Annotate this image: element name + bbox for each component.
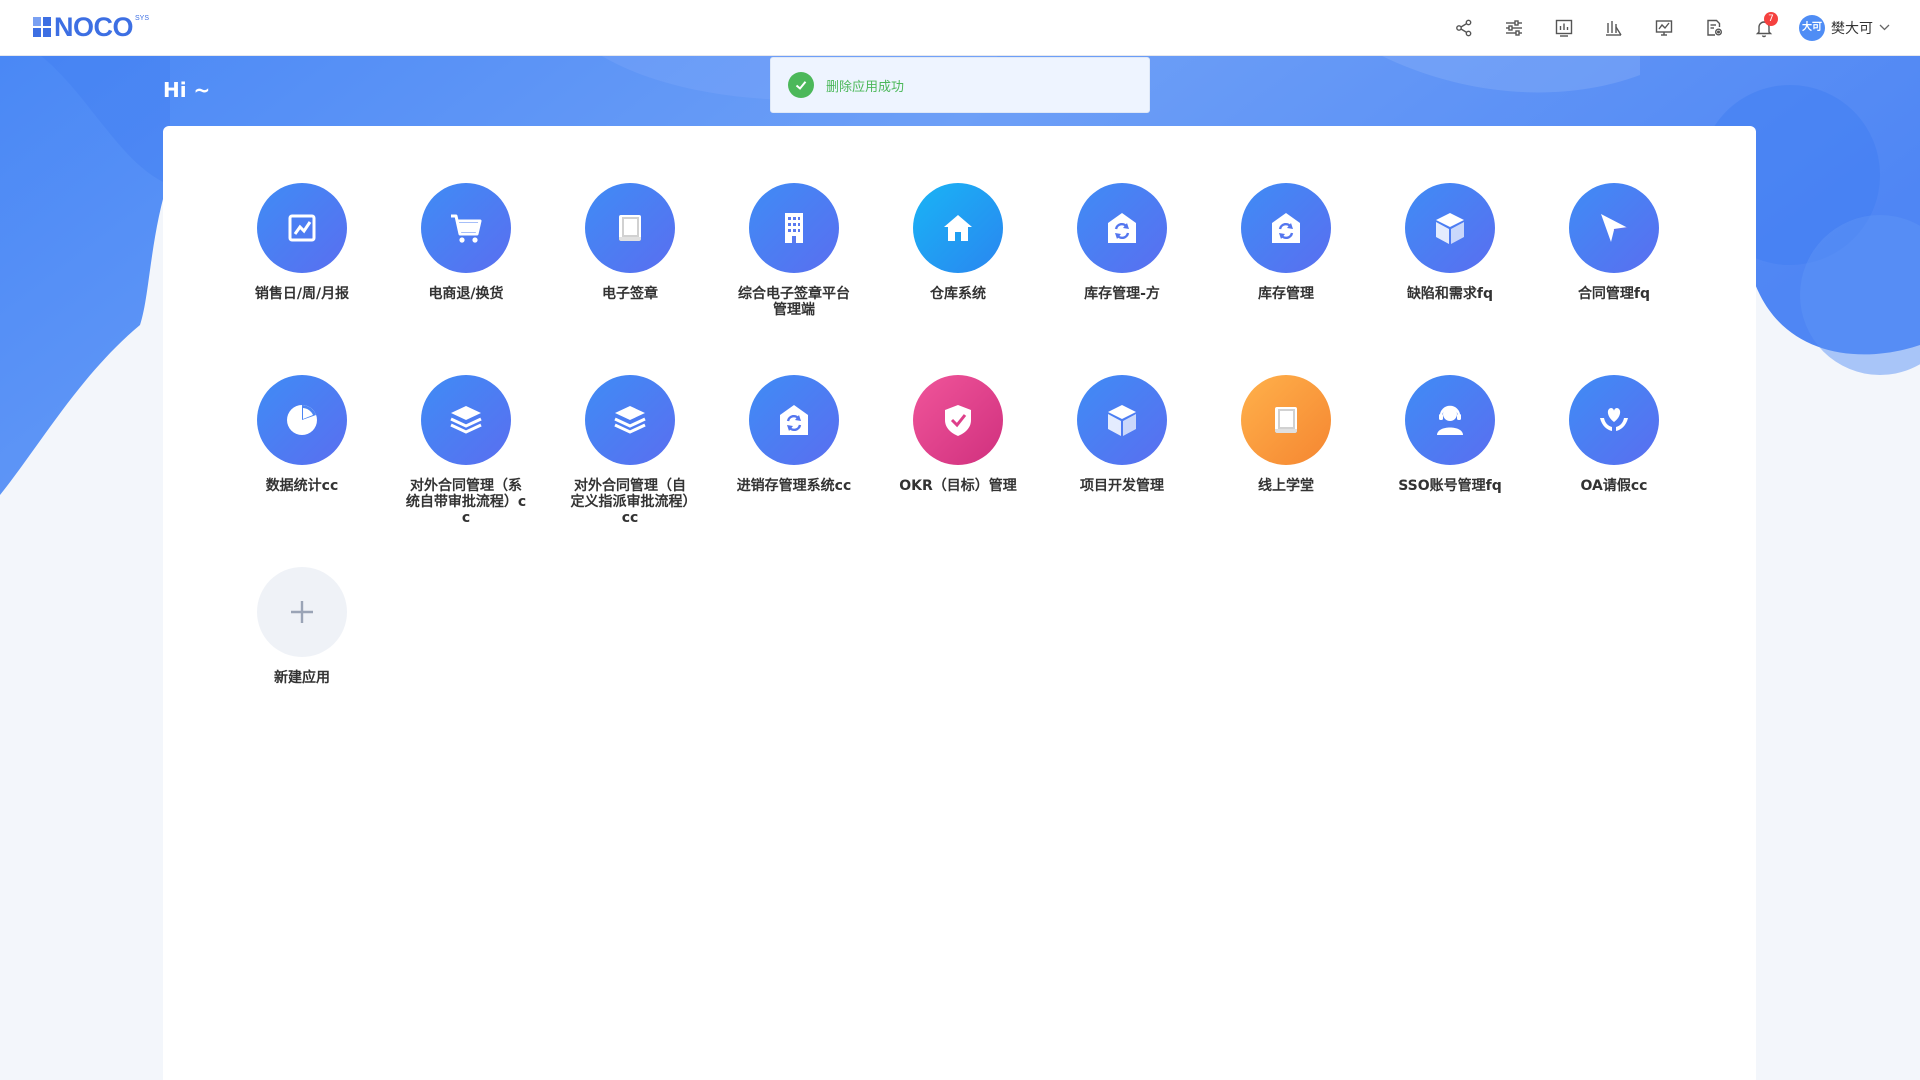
plus-icon xyxy=(257,567,347,657)
app-label: OKR（目标）管理 xyxy=(899,478,1017,494)
app-label: 新建应用 xyxy=(274,670,330,686)
app-tile[interactable]: 销售日/周/月报 xyxy=(220,183,384,375)
bar-chart-icon[interactable] xyxy=(1539,0,1589,55)
chevron-down-icon xyxy=(1879,24,1890,31)
app-tile[interactable]: 库存管理-方 xyxy=(1040,183,1204,375)
home-icon xyxy=(913,183,1003,273)
app-grid: 销售日/周/月报 电商退/换货 电子签章 综合电子签章平台管理端 仓库系统 库存管理-方 库… xyxy=(220,183,1700,759)
analytics-icon[interactable] xyxy=(1589,0,1639,55)
check-circle-icon xyxy=(788,72,814,98)
success-toast: 删除应用成功 xyxy=(770,57,1150,113)
app-label: 线上学堂 xyxy=(1258,478,1314,494)
greeting-text: Hi ~ xyxy=(163,78,211,102)
app-label: SSO账号管理fq xyxy=(1398,478,1502,494)
warehouse-sync-icon xyxy=(1241,183,1331,273)
app-label: OA请假cc xyxy=(1580,478,1648,494)
sliders-icon[interactable] xyxy=(1489,0,1539,55)
heart-hands-icon xyxy=(1569,375,1659,465)
warehouse-sync-icon xyxy=(749,375,839,465)
logo[interactable]: NOCO SYS xyxy=(33,14,149,41)
app-label: 项目开发管理 xyxy=(1080,478,1164,494)
send-icon xyxy=(1569,183,1659,273)
user-support-icon xyxy=(1405,375,1495,465)
app-label: 综合电子签章平台管理端 xyxy=(738,286,850,318)
cube-icon xyxy=(1077,375,1167,465)
app-label: 电商退/换货 xyxy=(428,286,504,302)
layers-icon xyxy=(421,375,511,465)
app-tile[interactable]: 对外合同管理（系统自带审批流程）cc xyxy=(384,375,548,567)
new-app-button[interactable]: 新建应用 xyxy=(220,567,384,759)
app-label: 电子签章 xyxy=(602,286,658,302)
logo-text: NOCO xyxy=(54,12,134,42)
app-tile[interactable]: 仓库系统 xyxy=(876,183,1040,375)
user-menu[interactable]: 大可 樊大可 xyxy=(1799,14,1890,41)
top-navigation-bar: NOCO SYS 7 大可 樊大可 xyxy=(0,0,1920,56)
monitor-chart-icon[interactable] xyxy=(1639,0,1689,55)
app-label: 对外合同管理（系统自带审批流程）cc xyxy=(405,478,527,526)
warehouse-sync-icon xyxy=(1077,183,1167,273)
app-launcher-card: 销售日/周/月报 电商退/换货 电子签章 综合电子签章平台管理端 仓库系统 库存管理-方 库… xyxy=(163,126,1756,1080)
logo-superscript: SYS xyxy=(135,15,150,22)
app-tile[interactable]: 库存管理 xyxy=(1204,183,1368,375)
app-tile[interactable]: 项目开发管理 xyxy=(1040,375,1204,567)
book-icon xyxy=(585,183,675,273)
app-tile[interactable]: 进销存管理系统cc xyxy=(712,375,876,567)
bell-icon[interactable]: 7 xyxy=(1739,0,1789,55)
app-label: 数据统计cc xyxy=(265,478,339,494)
app-tile[interactable]: OKR（目标）管理 xyxy=(876,375,1040,567)
app-tile[interactable]: 综合电子签章平台管理端 xyxy=(712,183,876,375)
book-icon xyxy=(1241,375,1331,465)
username: 樊大可 xyxy=(1831,20,1873,37)
app-tile[interactable]: 对外合同管理（自定义指派审批流程）cc xyxy=(548,375,712,567)
app-tile[interactable]: 合同管理fq xyxy=(1532,183,1696,375)
header-toolbar: 7 大可 樊大可 xyxy=(1439,0,1920,55)
app-tile[interactable]: 电子签章 xyxy=(548,183,712,375)
cube-icon xyxy=(1405,183,1495,273)
app-label: 仓库系统 xyxy=(930,286,986,302)
pie-chart-icon xyxy=(257,375,347,465)
app-tile[interactable]: 线上学堂 xyxy=(1204,375,1368,567)
building-icon xyxy=(749,183,839,273)
line-chart-icon xyxy=(257,183,347,273)
app-label: 库存管理-方 xyxy=(1084,286,1160,302)
app-tile[interactable]: 数据统计cc xyxy=(220,375,384,567)
app-tile[interactable]: 缺陷和需求fq xyxy=(1368,183,1532,375)
report-settings-icon[interactable] xyxy=(1689,0,1739,55)
app-label: 进销存管理系统cc xyxy=(736,478,852,494)
app-label: 销售日/周/月报 xyxy=(254,286,350,302)
app-label: 对外合同管理（自定义指派审批流程）cc xyxy=(570,478,690,526)
app-label: 库存管理 xyxy=(1258,286,1314,302)
layers-icon xyxy=(585,375,675,465)
app-tile[interactable]: OA请假cc xyxy=(1532,375,1696,567)
cart-icon xyxy=(421,183,511,273)
avatar: 大可 xyxy=(1799,14,1825,41)
app-tile[interactable]: 电商退/换货 xyxy=(384,183,548,375)
app-tile[interactable]: SSO账号管理fq xyxy=(1368,375,1532,567)
notification-badge: 7 xyxy=(1764,12,1778,26)
shield-check-icon xyxy=(913,375,1003,465)
toast-message: 删除应用成功 xyxy=(826,79,905,95)
logo-mark-icon xyxy=(33,17,51,37)
app-label: 合同管理fq xyxy=(1577,286,1651,302)
share-icon[interactable] xyxy=(1439,0,1489,55)
app-label: 缺陷和需求fq xyxy=(1406,286,1494,302)
